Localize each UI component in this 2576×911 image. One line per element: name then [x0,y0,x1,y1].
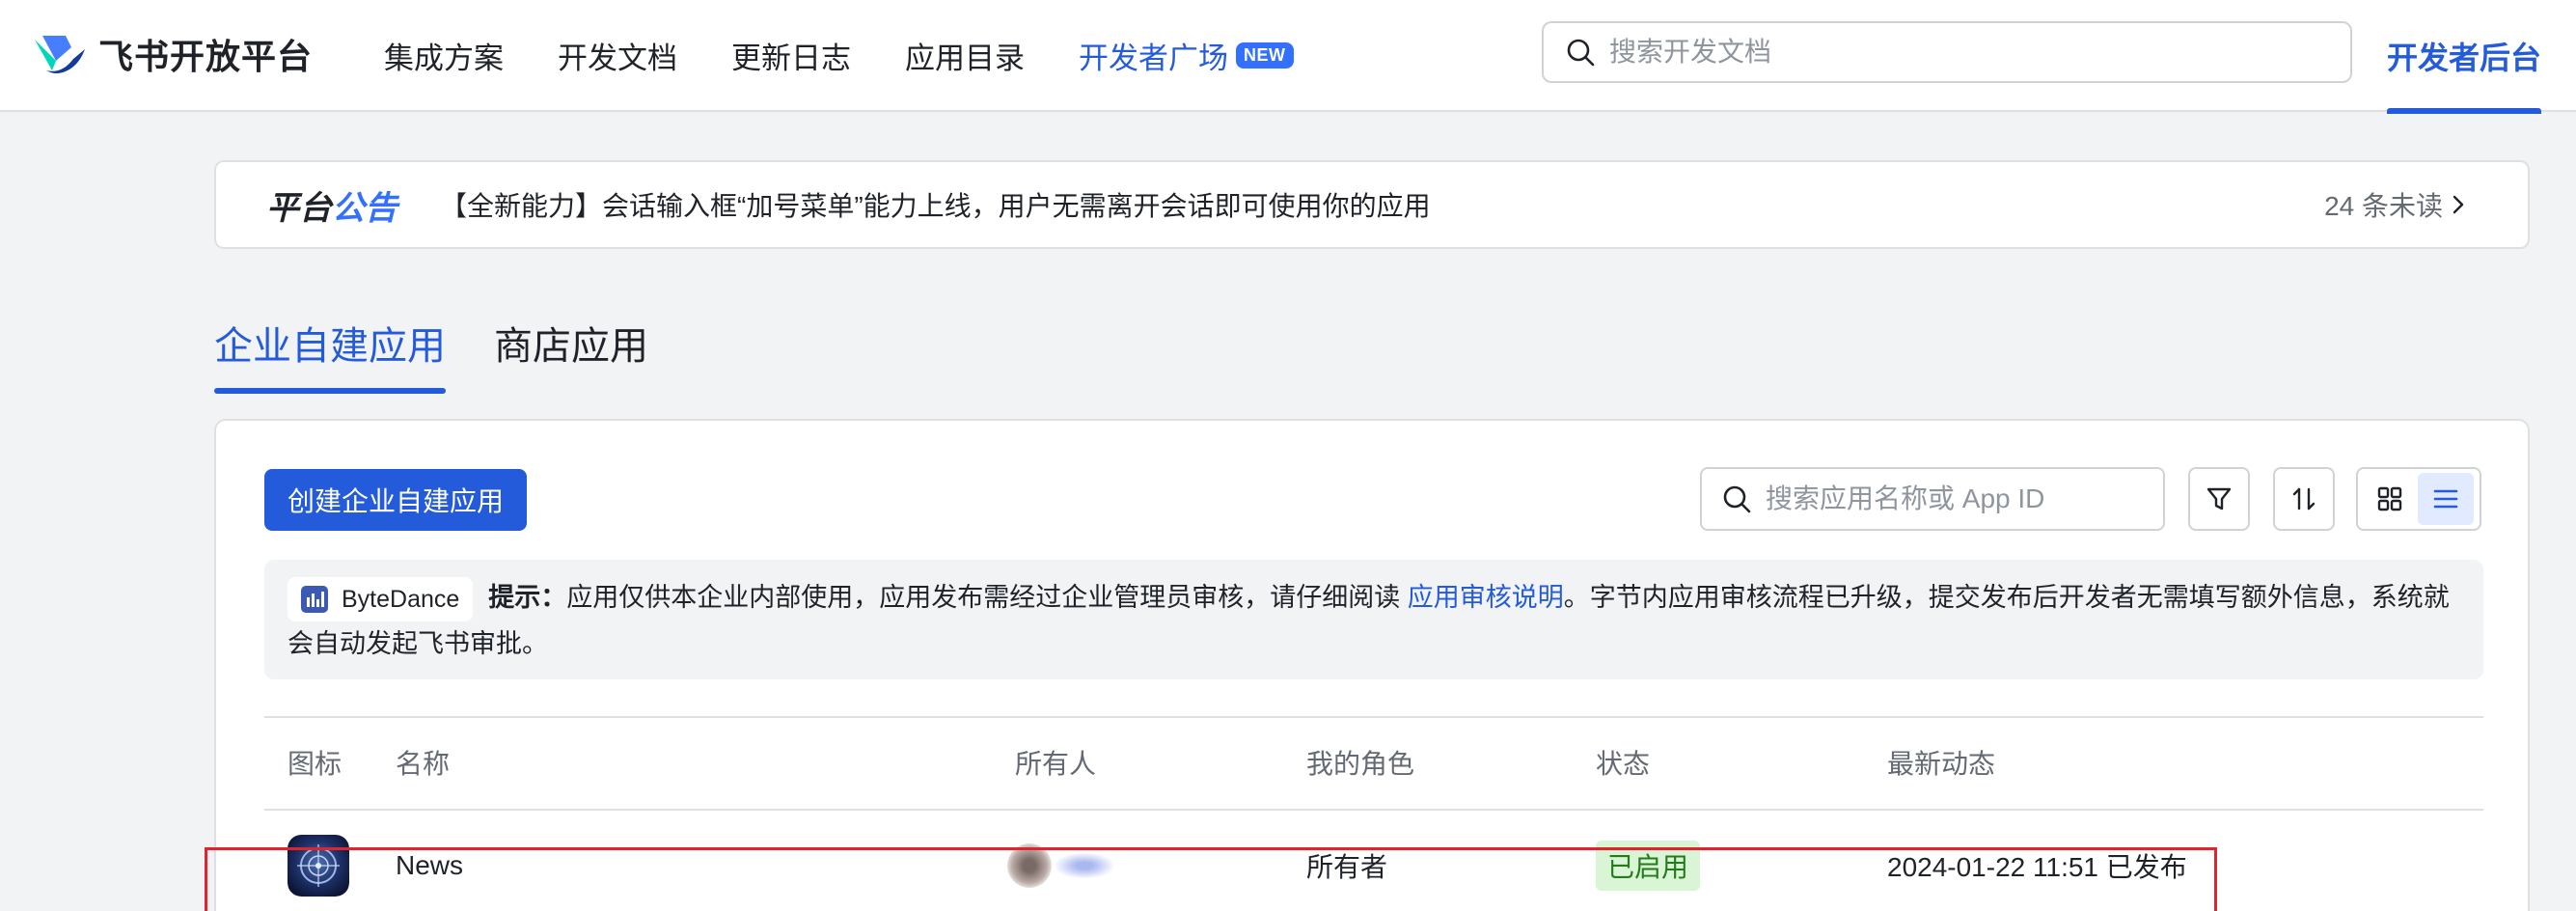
nav-item-app-directory[interactable]: 应用目录 [905,34,1025,77]
app-search-input[interactable] [1766,483,2142,514]
list-icon [2433,489,2458,509]
column-header-name: 名称 [396,749,451,779]
list-view-button[interactable] [2418,473,2474,525]
sort-icon [2292,487,2316,511]
chevron-right-icon [2453,195,2464,214]
unread-count-link[interactable]: 24 条未读 [2324,185,2468,224]
tab-store-apps[interactable]: 商店应用 [494,315,648,394]
nav-item-developer-plaza[interactable]: 开发者广场 NEW [1079,34,1294,77]
unread-count: 24 条未读 [2324,191,2443,221]
search-icon [1567,39,1595,67]
app-list-panel: 创建企业自建应用 搜索应用名称或 App ID ByteDance 提示：应用仅… [205,419,2530,911]
view-mode-toggle [2356,467,2481,531]
column-header-latest-activity: 最新动态 [1887,749,1996,779]
docs-search-box[interactable] [1542,21,2352,83]
main-nav: 集成方案 开发文档 更新日志 应用目录 开发者广场 NEW [384,0,1348,110]
announcement-text[interactable]: 【全新能力】会话输入框“加号菜单”能力上线，用户无需离开会话即可使用你的应用 [440,185,1431,224]
nav-item-changelog[interactable]: 更新日志 [731,34,851,77]
nav-label: 集成方案 [384,41,504,75]
nav-item-solutions[interactable]: 集成方案 [384,34,504,77]
review-guide-link[interactable]: 应用审核说明 [1408,583,1564,612]
nav-label: 开发者广场 [1079,41,1228,75]
grid-icon [2377,486,2402,511]
tab-enterprise-apps[interactable]: 企业自建应用 [214,315,446,394]
docs-search-input[interactable] [1609,37,2304,68]
sort-button[interactable] [2273,467,2335,531]
nav-label: 更新日志 [731,41,851,75]
brand-name: 飞书开放平台 [98,37,314,76]
tip-text: 应用仅供本企业内部使用，应用发布需经过企业管理员审核，请仔细阅读 [566,583,1408,612]
grid-view-button[interactable] [2362,473,2418,525]
top-navigation-bar: 飞书开放平台 集成方案 开发文档 更新日志 应用目录 开发者广场 NEW 开发者… [0,0,2576,114]
developer-console-link[interactable]: 开发者后台 [2387,0,2541,114]
tip-label: 提示： [488,583,567,612]
table-header: 图标 名称 所有人 我的角色 状态 最新动态 [264,718,2483,811]
filter-button[interactable] [2188,467,2250,531]
announcement-label: 平台公告 [266,181,397,229]
nav-label: 开发文档 [558,41,677,75]
column-header-icon: 图标 [288,749,343,779]
brand-logo[interactable]: 飞书开放平台 [33,29,313,79]
review-tip-box: ByteDance 提示：应用仅供本企业内部使用，应用发布需经过企业管理员审核，… [264,560,2483,679]
platform-announcement[interactable]: 平台公告 【全新能力】会话输入框“加号菜单”能力上线，用户无需离开会话即可使用你… [214,160,2530,249]
create-enterprise-app-button[interactable]: 创建企业自建应用 [264,469,527,531]
announcement-label-part2: 公告 [332,189,397,227]
new-badge: NEW [1236,41,1294,69]
nav-label: 应用目录 [905,41,1025,75]
bytedance-logo-icon [301,585,328,613]
search-icon [1723,485,1751,513]
filter-icon [2206,487,2232,511]
organization-name: ByteDance [342,585,460,613]
feishu-logo-icon [35,36,85,73]
column-header-role: 我的角色 [1306,749,1415,779]
column-header-owner: 所有人 [1015,749,1097,779]
nav-item-docs[interactable]: 开发文档 [558,34,677,77]
app-type-tabs: 企业自建应用 商店应用 [214,315,697,394]
column-header-status: 状态 [1596,749,1651,779]
app-search-box[interactable] [1700,467,2165,531]
announcement-label-part1: 平台 [266,189,332,227]
row-highlight-box [205,847,2217,911]
organization-chip: ByteDance [288,576,474,621]
